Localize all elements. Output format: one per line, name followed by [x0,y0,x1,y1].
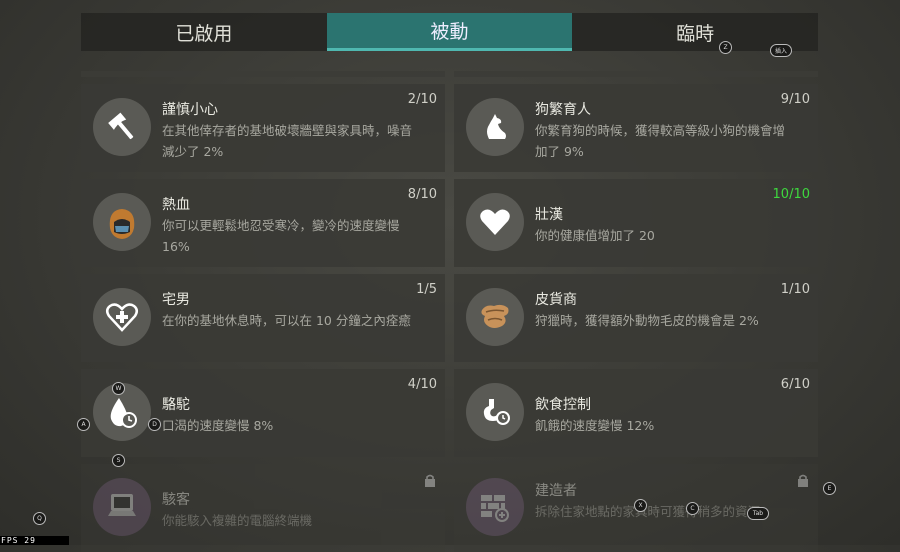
tab-passive[interactable]: 被動 [326,13,573,51]
key-hint-x: X [634,499,647,512]
axe-icon [93,98,151,156]
perk-card[interactable]: 飲食控制 飢餓的速度變慢 12% 6/10 [454,369,818,457]
dog-icon [466,98,524,156]
perk-description: 狩獵時，獲得額外動物毛皮的機會是 2% [535,313,759,328]
perk-name: 狗繁育人 [535,102,591,118]
stomach-clock-icon [466,383,524,441]
perk-level: 1/10 [780,282,810,297]
lock-icon [425,474,435,487]
key-hint-q: Q [33,512,46,525]
perk-level: 6/10 [780,377,810,392]
perk-name: 駭客 [162,492,190,508]
perk-name: 皮貨商 [535,292,577,308]
lock-icon [798,474,808,487]
perk-description: 在你的基地休息時，可以在 10 分鐘之內痊癒 [162,313,411,328]
perk-name: 宅男 [162,292,190,308]
perk-name: 建造者 [535,483,577,499]
computer-icon [93,478,151,536]
perk-card[interactable]: 謹慎小心 在其他倖存者的基地破壞牆壁與家具時，噪音減少了 2% 2/10 [81,84,445,172]
heart-icon [466,193,524,251]
key-hint-w: W [112,382,125,395]
perk-description: 你能駭入複雜的電腦終端機 [162,513,313,528]
perk-level: 8/10 [407,187,437,202]
key-hint-a: A [77,418,90,431]
key-hint-tab: Tab [747,507,769,520]
key-hint-d: D [148,418,161,431]
perk-description: 你繁育狗的時候，獲得較高等級小狗的機會增加了 9% [535,123,786,159]
heart-plus-icon [93,288,151,346]
pelt-icon [466,288,524,346]
perk-level: 2/10 [407,92,437,107]
perk-card[interactable]: 熱血 你可以更輕鬆地忍受寒冷，變冷的速度變慢 16% 8/10 [81,179,445,267]
tab-active[interactable]: 已啟用 [81,13,327,51]
perk-card-locked[interactable]: 駭客 你能駭入複雜的電腦終端機 [81,464,445,552]
fps-counter: FPS 29 [0,536,69,545]
warm-hat-icon [93,193,151,251]
perk-description: 你的健康值增加了 20 [535,228,655,243]
perk-card[interactable]: 宅男 在你的基地休息時，可以在 10 分鐘之內痊癒 1/5 [81,274,445,362]
perk-level: 9/10 [780,92,810,107]
perk-name: 謹慎小心 [162,102,218,118]
perk-card[interactable]: 壯漢 你的健康值增加了 20 10/10 [454,179,818,267]
perk-level: 4/10 [407,377,437,392]
perk-level: 10/10 [772,187,810,202]
key-hint-z: Z [719,41,732,54]
key-hint-c: C [686,502,699,515]
perk-card[interactable]: 狗繁育人 你繁育狗的時候，獲得較高等級小狗的機會增加了 9% 9/10 [454,84,818,172]
perk-name: 熱血 [162,197,190,213]
perk-level: 1/5 [416,282,437,297]
scroll-edge-left [81,71,445,77]
perk-card[interactable]: 皮貨商 狩獵時，獲得額外動物毛皮的機會是 2% 1/10 [454,274,818,362]
perk-name: 駱駝 [162,397,190,413]
brick-wall-plus-icon [466,478,524,536]
key-hint-s: S [112,454,125,467]
perk-description: 在其他倖存者的基地破壞牆壁與家具時，噪音減少了 2% [162,123,413,159]
perk-description: 你可以更輕鬆地忍受寒冷，變冷的速度變慢 16% [162,218,400,254]
perk-name: 壯漢 [535,207,563,223]
perk-card[interactable]: 駱駝 口渴的速度變慢 8% 4/10 [81,369,445,457]
perk-description: 飢餓的速度變慢 12% [535,418,655,433]
perk-tabs: 已啟用 被動 臨時 [81,13,819,51]
perk-description: 口渴的速度變慢 8% [162,418,274,433]
perk-name: 飲食控制 [535,397,591,413]
scroll-edge-right [454,71,818,77]
key-hint-insert: 插入 [770,44,792,57]
key-hint-e: E [823,482,836,495]
